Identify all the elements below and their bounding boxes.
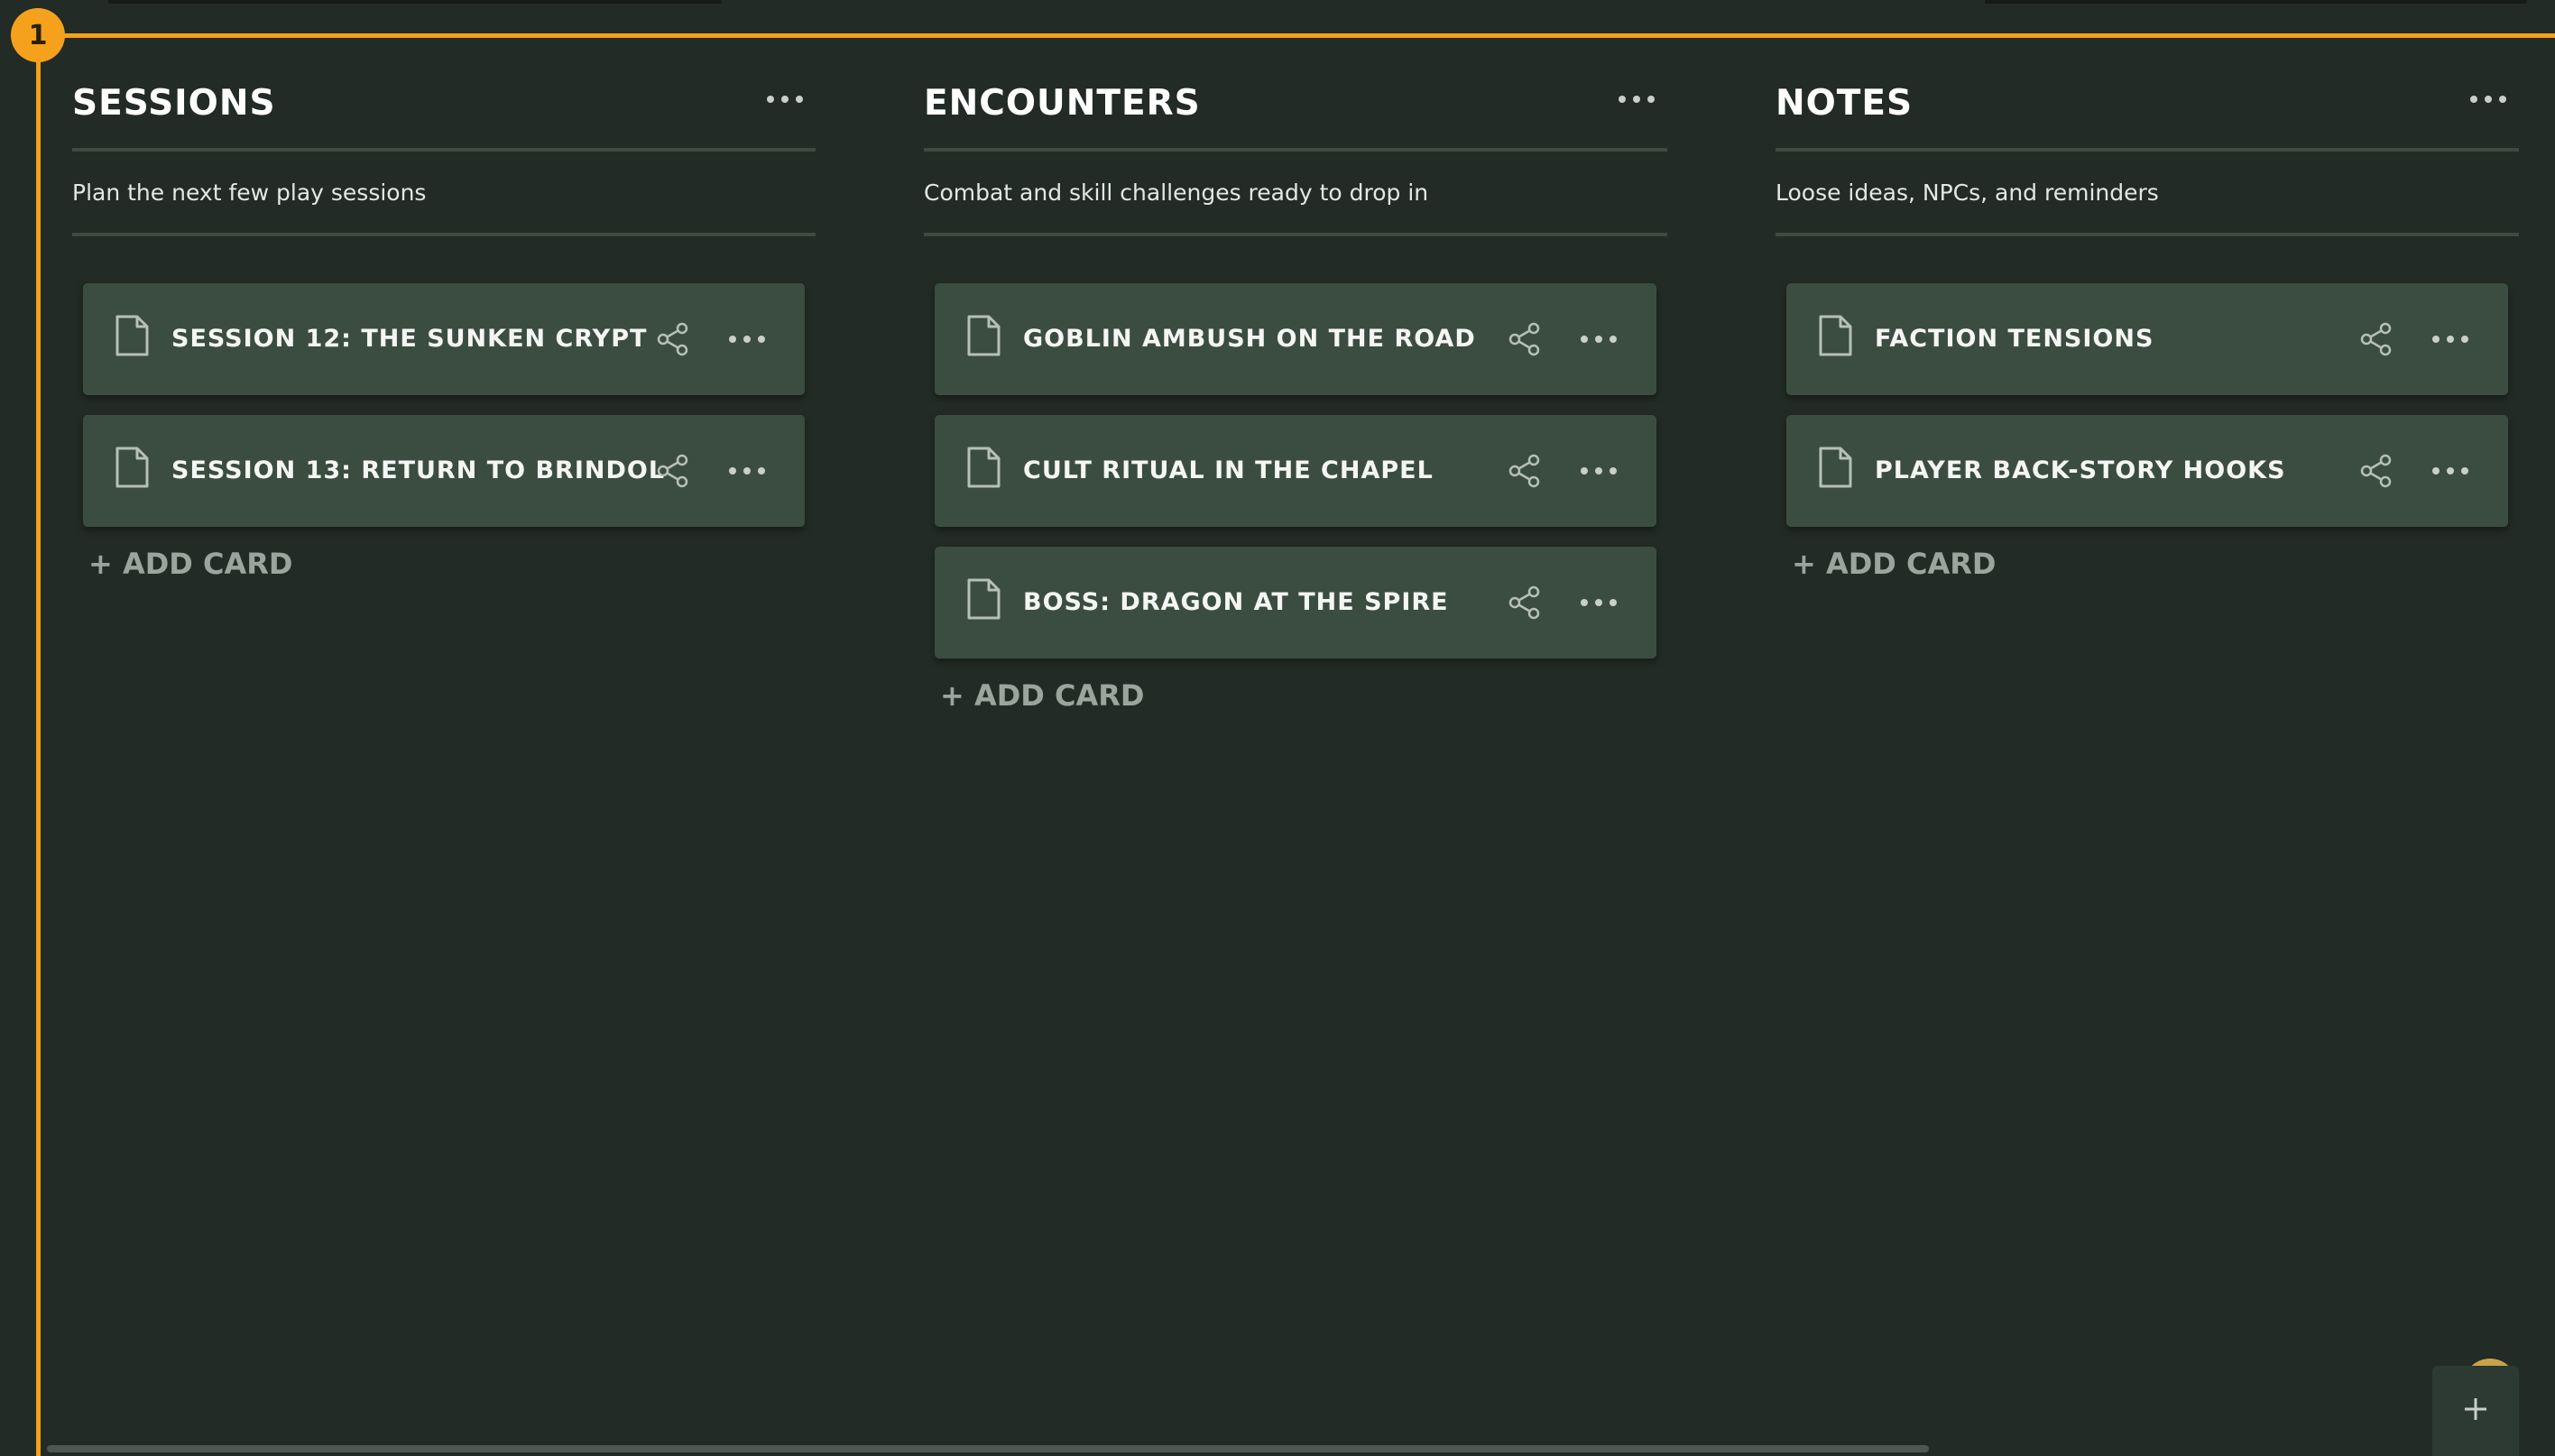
add-card-button[interactable]: + ADD CARD [1792, 547, 2519, 581]
document-icon [965, 577, 1001, 624]
document-icon [114, 314, 150, 361]
column-encounters: ENCOUNTERS Combat and skill challenges re… [924, 72, 1667, 713]
card-menu-button[interactable] [2432, 336, 2468, 343]
card-title: SESSION 13: RETURN TO BRINDOL [171, 456, 666, 484]
card-list: FACTION TENSIONS PLAYER BACK-STORY HOOKS [1776, 283, 2519, 527]
card-menu-button[interactable] [2432, 467, 2468, 475]
card-list: SESSION 12: THE SUNKEN CRYPT SESSION 13: … [72, 283, 816, 527]
share-icon[interactable] [1507, 585, 1543, 624]
card-menu-button[interactable] [1581, 599, 1617, 606]
card[interactable]: PLAYER BACK-STORY HOOKS [1786, 415, 2508, 527]
card-title: BOSS: DRAGON AT THE SPIRE [1023, 588, 1449, 616]
card[interactable]: FACTION TENSIONS [1786, 283, 2508, 395]
card[interactable]: SESSION 12: THE SUNKEN CRYPT [83, 283, 805, 395]
document-icon [1817, 446, 1853, 493]
share-icon[interactable] [655, 453, 691, 493]
document-icon [965, 446, 1001, 493]
card-menu-button[interactable] [729, 467, 765, 475]
add-card-button[interactable]: + ADD CARD [88, 547, 816, 581]
card[interactable]: GOBLIN AMBUSH ON THE ROAD [935, 283, 1656, 395]
card-title: SESSION 12: THE SUNKEN CRYPT [171, 325, 648, 353]
document-icon [965, 314, 1001, 361]
column-menu-button[interactable] [767, 96, 803, 103]
card-list: GOBLIN AMBUSH ON THE ROAD CULT RITUAL IN … [924, 283, 1667, 659]
column-header: SESSIONS [72, 72, 816, 152]
card-title: GOBLIN AMBUSH ON THE ROAD [1023, 325, 1476, 353]
column-sessions: SESSIONS Plan the next few play sessions S… [72, 72, 816, 581]
board-top-guideline [36, 33, 2555, 38]
top-tab-stub-left [108, 0, 722, 4]
column-notes: NOTES Loose ideas, NPCs, and reminders FAC… [1776, 72, 2519, 581]
add-card-button[interactable]: + ADD CARD [940, 678, 1667, 713]
card-title: FACTION TENSIONS [1875, 325, 2154, 353]
card[interactable]: BOSS: DRAGON AT THE SPIRE [935, 547, 1656, 659]
column-menu-button[interactable] [1619, 96, 1655, 103]
share-icon[interactable] [2358, 453, 2394, 493]
share-icon[interactable] [1507, 453, 1543, 493]
share-icon[interactable] [2358, 321, 2394, 361]
card-menu-button[interactable] [1581, 467, 1617, 475]
document-icon [1817, 314, 1853, 361]
card[interactable]: SESSION 13: RETURN TO BRINDOL [83, 415, 805, 527]
column-description: Combat and skill challenges ready to dro… [924, 152, 1667, 236]
card-title: PLAYER BACK-STORY HOOKS [1875, 456, 2286, 484]
share-icon[interactable] [655, 321, 691, 361]
share-icon[interactable] [1507, 321, 1543, 361]
column-description: Plan the next few play sessions [72, 152, 816, 236]
horizontal-scrollbar[interactable] [47, 1445, 1929, 1452]
column-title: ENCOUNTERS [924, 83, 1201, 124]
card-title: CULT RITUAL IN THE CHAPEL [1023, 456, 1434, 484]
document-icon [114, 446, 150, 493]
add-button[interactable] [2432, 1366, 2519, 1456]
card-menu-button[interactable] [729, 336, 765, 343]
column-menu-button[interactable] [2470, 96, 2506, 103]
column-description: Loose ideas, NPCs, and reminders [1776, 152, 2519, 236]
board-left-guideline [36, 33, 41, 1456]
card[interactable]: CULT RITUAL IN THE CHAPEL [935, 415, 1656, 527]
column-header: NOTES [1776, 72, 2519, 152]
card-menu-button[interactable] [1581, 336, 1617, 343]
board-number-badge: 1 [11, 8, 65, 62]
column-header: ENCOUNTERS [924, 72, 1667, 152]
column-title: SESSIONS [72, 83, 276, 124]
column-title: NOTES [1776, 83, 1914, 124]
plus-icon [2462, 1396, 2489, 1426]
top-tab-stub-right [1985, 0, 2526, 4]
